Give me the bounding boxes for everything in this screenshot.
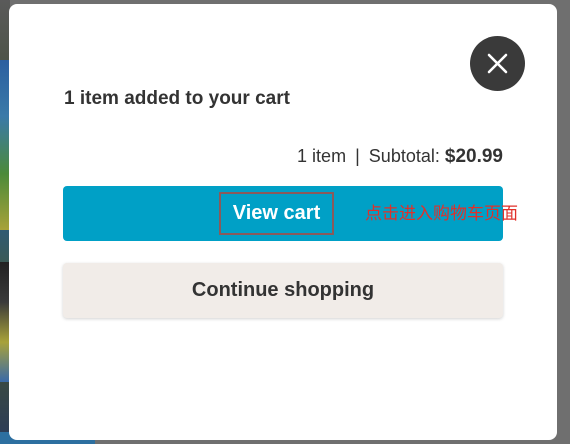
cart-summary: 1 item | Subtotal: $20.99 [297, 146, 503, 168]
close-button[interactable] [470, 36, 525, 91]
added-to-cart-modal: 1 item added to your cart 1 item | Subto… [9, 4, 557, 440]
summary-separator: | [355, 146, 360, 166]
annotation-text: 点击进入购物车页面 [365, 204, 518, 224]
continue-shopping-button[interactable]: Continue shopping [63, 263, 503, 318]
subtotal-amount: $20.99 [444, 146, 503, 167]
item-count: 1 item [297, 146, 347, 166]
view-cart-label: View cart [218, 192, 335, 235]
subtotal-label: Subtotal: [368, 146, 440, 166]
close-icon [487, 53, 508, 74]
modal-title: 1 item added to your cart [64, 88, 290, 109]
